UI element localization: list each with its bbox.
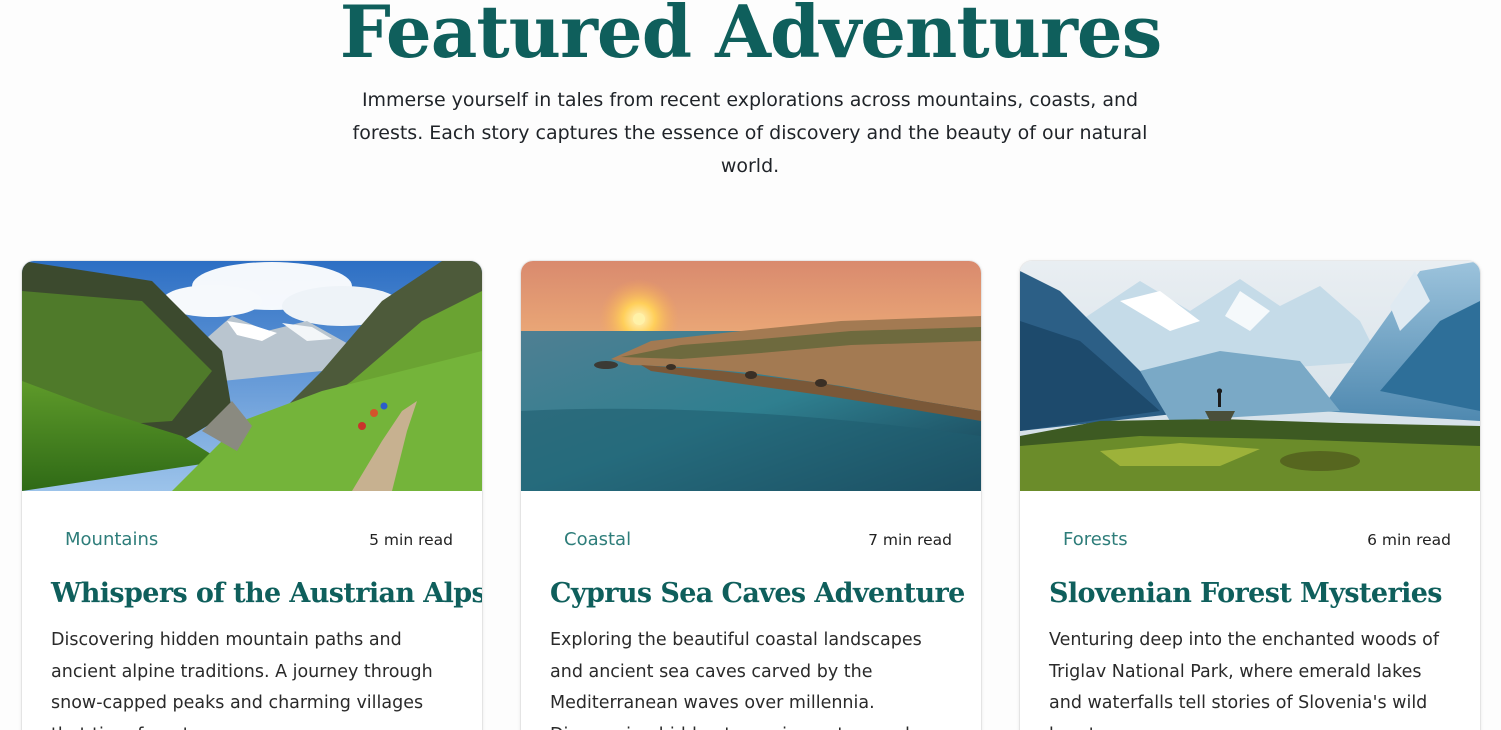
section-title: Featured Adventures [339, 0, 1162, 74]
story-card-austrian-alps[interactable]: Mountains 5 min read Whispers of the Aus… [22, 261, 482, 730]
card-description: Exploring the beautiful coastal landscap… [550, 630, 922, 730]
read-time: 7 min read [868, 531, 952, 549]
section-subtitle: Immerse yourself in tales from recent ex… [352, 89, 1148, 177]
mountain-vista-image[interactable] [1020, 261, 1480, 491]
card-title[interactable]: Slovenian Forest Mysteries [1049, 573, 1468, 615]
coastal-sunset-image[interactable] [521, 261, 981, 491]
story-cards-grid: Mountains 5 min read Whispers of the Aus… [0, 261, 1501, 730]
card-meta: Mountains 5 min read [65, 529, 453, 551]
card-meta: Coastal 7 min read [564, 529, 952, 551]
read-time: 6 min read [1367, 531, 1451, 549]
featured-adventures-section: Featured Adventures Immerse yourself in … [0, 0, 1501, 730]
alpine-valley-image[interactable] [22, 261, 482, 491]
card-meta: Forests 6 min read [1063, 529, 1451, 551]
category-tag[interactable]: Forests [1063, 529, 1128, 551]
category-tag[interactable]: Mountains [65, 529, 158, 551]
category-tag[interactable]: Coastal [564, 529, 631, 551]
story-card-cyprus-sea-caves[interactable]: Coastal 7 min read Cyprus Sea Caves Adve… [521, 261, 981, 730]
card-description: Discovering hidden mountain paths and an… [51, 630, 433, 730]
card-description: Venturing deep into the enchanted woods … [1049, 630, 1439, 730]
read-time: 5 min read [369, 531, 453, 549]
card-title[interactable]: Cyprus Sea Caves Adventure [550, 573, 969, 615]
story-card-slovenian-forest[interactable]: Forests 6 min read Slovenian Forest Myst… [1020, 261, 1480, 730]
card-title[interactable]: Whispers of the Austrian Alps [51, 573, 482, 615]
